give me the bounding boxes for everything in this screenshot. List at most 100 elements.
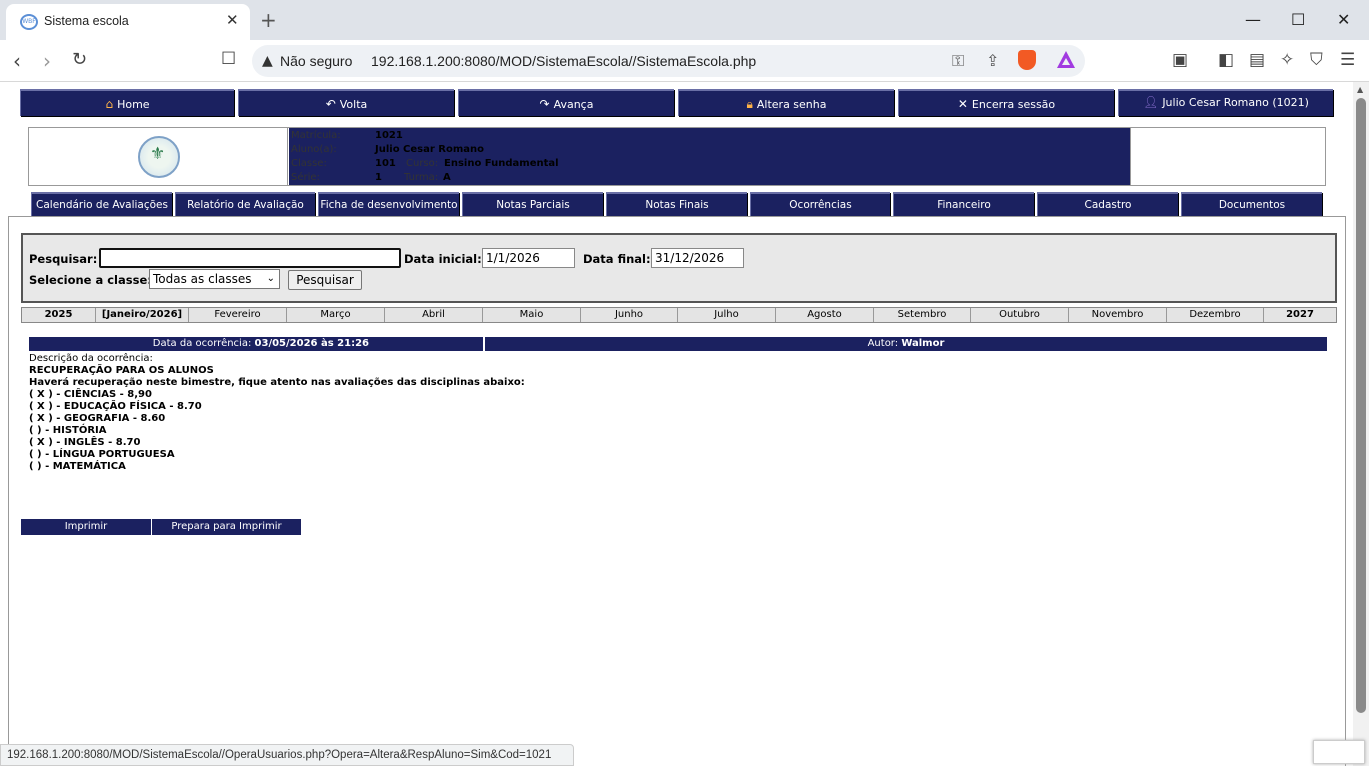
tab-ocorrencias[interactable]: Ocorrências: [750, 192, 890, 219]
sidebar-icon[interactable]: ◧: [1218, 50, 1234, 70]
month-setembro[interactable]: Setembro: [874, 308, 971, 322]
reload-icon[interactable]: ↻: [72, 49, 87, 70]
logout-button[interactable]: ✕ Encerra sessão: [898, 89, 1114, 116]
month-fevereiro[interactable]: Fevereiro: [189, 308, 287, 322]
tab-ficha-label: Ficha de desenvolvimento: [320, 199, 458, 211]
leo-icon[interactable]: ✧: [1280, 50, 1294, 70]
month-abril[interactable]: Abril: [385, 308, 483, 322]
url-text[interactable]: 192.168.1.200:8080/MOD/SistemaEscola//Si…: [371, 53, 756, 69]
curso-label: Curso:: [406, 158, 439, 169]
download-popup[interactable]: [1313, 740, 1365, 764]
month-prev-year[interactable]: 2025: [22, 308, 96, 322]
forward-label: Avança: [553, 98, 594, 111]
undo-icon: ↶: [325, 97, 336, 111]
address-bar[interactable]: ▲ Não seguro 192.168.1.200:8080/MOD/Sist…: [252, 45, 1085, 77]
month-julho[interactable]: Julho: [678, 308, 776, 322]
back-icon[interactable]: ‹: [13, 49, 21, 73]
home-icon: ⌂: [105, 97, 114, 111]
turma-label: Turma:: [404, 172, 439, 183]
end-date-input[interactable]: 31/12/2026: [651, 248, 744, 268]
close-tab-icon[interactable]: ✕: [226, 11, 239, 29]
matricula-label: Matrícula:: [291, 130, 341, 141]
wallet-icon[interactable]: ▤: [1249, 50, 1265, 70]
chevron-down-icon: ⌄: [266, 273, 275, 284]
search-label: Pesquisar:: [29, 252, 98, 266]
occurrence-date-label: Data da ocorrência:: [152, 338, 252, 349]
minimize-icon[interactable]: —: [1245, 10, 1261, 29]
home-button[interactable]: ⌂ Home: [20, 89, 234, 116]
home-label: Home: [117, 98, 150, 111]
student-info: Matrícula: 1021 Aluno(a): Julio Cesar Roma…: [28, 127, 1326, 186]
tab-documentos-label: Documentos: [1218, 199, 1286, 211]
month-next-year[interactable]: 2027: [1264, 308, 1336, 322]
occurrence-line: ( ) - LÍNGUA PORTUGUESA: [29, 449, 175, 460]
occurrence-author: Autor: Walmor: [485, 337, 1327, 351]
month-dezembro[interactable]: Dezembro: [1167, 308, 1264, 322]
browser-toolbar: ‹ › ↻ ☐ ▲ Não seguro 192.168.1.200:8080/…: [0, 40, 1369, 82]
month-novembro[interactable]: Novembro: [1069, 308, 1167, 322]
reader-icon[interactable]: ▣: [1172, 50, 1188, 70]
redo-icon: ↷: [539, 97, 550, 111]
logo-cell: [29, 128, 288, 185]
forward-button[interactable]: ↷ Avança: [458, 89, 674, 116]
tab-notas-finais[interactable]: Notas Finais: [606, 192, 747, 219]
month-agosto[interactable]: Agosto: [776, 308, 874, 322]
prepare-print-button[interactable]: Prepara para Imprimir: [152, 519, 301, 535]
month-marco[interactable]: Março: [287, 308, 385, 322]
forward-icon[interactable]: ›: [43, 49, 51, 73]
menu-icon[interactable]: ☰: [1340, 50, 1355, 70]
search-input[interactable]: [99, 248, 401, 268]
occurrence-author-label: Autor:: [867, 338, 899, 349]
serie-label: Série:: [291, 172, 320, 183]
user-icon: 👤︎: [1143, 95, 1159, 109]
tab-notas-parciais[interactable]: Notas Parciais: [462, 192, 603, 219]
browser-tab[interactable]: WBF Sistema escola ✕: [6, 4, 250, 40]
start-date-input[interactable]: 1/1/2026: [482, 248, 575, 268]
tab-calendario[interactable]: Calendário de Avaliações: [31, 192, 172, 219]
brave-shield-icon[interactable]: [1018, 50, 1036, 70]
class-select[interactable]: Todas as classes ⌄: [149, 269, 280, 289]
close-window-icon[interactable]: ✕: [1337, 10, 1350, 29]
print-button[interactable]: Imprimir: [21, 519, 152, 535]
scroll-up-icon[interactable]: ▲: [1357, 85, 1363, 94]
search-button[interactable]: Pesquisar: [288, 270, 362, 290]
tab-cadastro[interactable]: Cadastro: [1037, 192, 1178, 219]
info-blank-cell: [1130, 128, 1326, 185]
change-password-button[interactable]: 🔒︎ Altera senha: [678, 89, 894, 116]
tab-relatorio[interactable]: Relatório de Avaliação: [175, 192, 315, 219]
user-button[interactable]: 👤︎ Julio Cesar Romano (1021): [1118, 89, 1333, 116]
occurrence-date: Data da ocorrência: 03/05/2026 às 21:26: [29, 337, 483, 351]
occurrence-line: ( ) - HISTÓRIA: [29, 425, 107, 436]
tab-strip: WBF Sistema escola ✕ + — ☐ ✕: [0, 0, 1369, 40]
month-outubro[interactable]: Outubro: [971, 308, 1069, 322]
back-button[interactable]: ↶ Volta: [238, 89, 454, 116]
month-junho[interactable]: Junho: [581, 308, 678, 322]
lock-icon: 🔒︎: [746, 97, 753, 111]
month-maio[interactable]: Maio: [483, 308, 581, 322]
tab-financeiro[interactable]: Financeiro: [893, 192, 1034, 219]
key-icon[interactable]: ⚿: [952, 51, 964, 71]
change-password-label: Altera senha: [756, 98, 827, 111]
tab-calendario-label: Calendário de Avaliações: [36, 199, 168, 211]
share-icon[interactable]: ⇪: [986, 51, 999, 70]
not-secure-label[interactable]: Não seguro: [280, 53, 352, 69]
matricula-value: 1021: [375, 130, 403, 141]
month-janeiro[interactable]: [Janeiro/2026]: [96, 308, 189, 322]
scroll-thumb[interactable]: [1356, 98, 1366, 713]
occurrence-body: Descrição da ocorrência: RECUPERAÇÃO PAR…: [29, 353, 525, 473]
maximize-icon[interactable]: ☐: [1291, 10, 1305, 29]
tab-ficha[interactable]: Ficha de desenvolvimento: [318, 192, 459, 219]
occurrence-date-value: 03/05/2026 às 21:26: [254, 338, 369, 349]
browser-window: WBF Sistema escola ✕ + — ☐ ✕ ‹ › ↻ ☐ ▲ N…: [0, 0, 1369, 766]
bookmark-icon[interactable]: ☐: [221, 49, 236, 69]
start-date-label: Data inicial:: [404, 252, 482, 266]
occurrence-line: ( X ) - INGLÊS - 8.70: [29, 437, 141, 448]
class-select-value: Todas as classes: [153, 272, 252, 286]
brave-rewards-icon[interactable]: [1057, 51, 1075, 68]
tab-documentos[interactable]: Documentos: [1181, 192, 1322, 219]
serie-value: 1: [375, 172, 382, 183]
vpn-icon[interactable]: ⛉: [1310, 50, 1323, 70]
page-scrollbar[interactable]: ▲: [1353, 82, 1369, 766]
tab-notas-parciais-label: Notas Parciais: [496, 199, 570, 211]
new-tab-icon[interactable]: +: [260, 8, 277, 32]
